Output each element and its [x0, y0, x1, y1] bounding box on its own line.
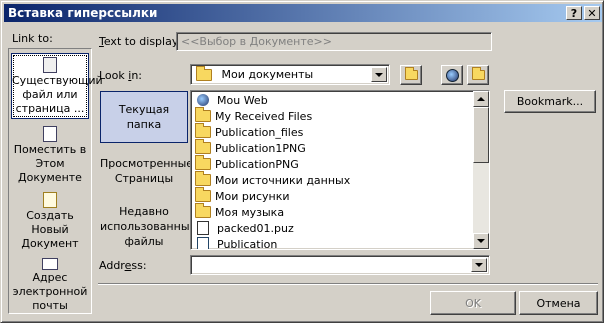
file-name: Publication1PNG [215, 141, 306, 155]
browse-web-button[interactable] [441, 65, 463, 85]
file-name: Мои рисунки [215, 189, 290, 203]
publisher-file-icon [197, 237, 209, 249]
up-folder-icon [404, 67, 418, 80]
browse-file-button[interactable] [467, 65, 489, 85]
open-folder-icon [471, 67, 485, 80]
scroll-down-button[interactable] [473, 233, 489, 249]
email-address-icon [42, 258, 58, 270]
list-item[interactable]: My Received Files [191, 107, 489, 124]
arrow-up-icon [477, 97, 485, 101]
address-label: Address: [99, 259, 147, 272]
file-name: Publication [217, 237, 278, 250]
chevron-down-icon[interactable] [471, 258, 487, 272]
list-item[interactable]: Publication1PNG [191, 139, 489, 156]
scroll-up-button[interactable] [473, 91, 489, 107]
folder-icon [195, 107, 211, 122]
web-folder-icon [197, 94, 209, 106]
look-in-dropdown[interactable]: Мои документы [190, 64, 390, 85]
list-item[interactable]: Моя музыка [191, 203, 489, 220]
file-name: Мои источники данных [215, 173, 351, 187]
list-item[interactable]: Мои рисунки [191, 187, 489, 204]
nav-recent-files[interactable]: Недавно использованные файлы [100, 204, 196, 250]
file-name: Mou Web [217, 93, 268, 107]
file-name: PublicationPNG [215, 157, 299, 171]
look-in-label: Look in: [99, 69, 143, 82]
arrow-down-icon [477, 239, 485, 243]
look-in-value: Мои документы [221, 68, 314, 81]
link-email-address-label: Адрес электронной почты [12, 271, 88, 312]
close-button[interactable]: ✕ [584, 6, 600, 20]
insert-hyperlink-dialog: Вставка гиперссылки ? ✕ Link to: Существ… [0, 0, 604, 323]
new-document-icon [43, 192, 57, 208]
window-title: Вставка гиперссылки [8, 6, 158, 20]
help-button[interactable]: ? [566, 6, 582, 20]
link-new-document-label: Создать Новый Документ [21, 209, 79, 250]
place-in-document-icon [43, 126, 57, 142]
bookmark-button[interactable]: Bookmark... [504, 90, 596, 113]
folder-icon [195, 139, 211, 154]
link-to-bar: Существующий файл или страница ... Помес… [8, 48, 103, 314]
list-item[interactable]: Publication_files [191, 123, 489, 140]
data-sources-folder-icon [195, 171, 211, 186]
list-item[interactable]: Publication [191, 236, 489, 250]
nav-current-folder[interactable]: Текущая папка [100, 91, 188, 143]
cancel-button[interactable]: Отмена [519, 291, 598, 315]
title-bar[interactable]: Вставка гиперссылки ? ✕ [4, 4, 602, 22]
file-name: Publication_files [215, 125, 304, 139]
chevron-down-icon[interactable] [371, 67, 387, 82]
pictures-folder-icon [195, 187, 211, 202]
file-name: packed01.puz [217, 221, 294, 235]
link-place-in-document-label: Поместить в Этом Документе [13, 143, 87, 184]
nav-browsed-pages[interactable]: Просмотренные Страницы [100, 156, 193, 188]
link-to-label: Link to: [12, 32, 53, 45]
file-list[interactable]: Mou Web My Received Files Publication_fi… [190, 90, 490, 250]
list-item[interactable]: packed01.puz [191, 220, 489, 236]
scroll-thumb[interactable] [473, 107, 489, 163]
folder-icon [196, 66, 212, 81]
up-one-folder-button[interactable] [400, 65, 422, 85]
ok-button[interactable]: OK [430, 291, 516, 315]
file-name: My Received Files [215, 109, 313, 123]
text-to-display-input[interactable]: <<Выбор в Документе>> [176, 32, 492, 51]
browse-web-icon [445, 68, 459, 82]
link-existing-file-label: Существующий файл или страница ... [12, 74, 103, 115]
music-folder-icon [195, 203, 211, 218]
text-to-display-label: Text to display: [99, 35, 182, 48]
file-name: Моя музыка [215, 205, 285, 219]
link-new-document[interactable]: Создать Новый Документ [11, 189, 89, 253]
puz-file-icon [197, 221, 209, 235]
list-item[interactable]: PublicationPNG [191, 155, 489, 172]
link-existing-file[interactable]: Существующий файл или страница ... [11, 53, 103, 119]
list-item[interactable]: Мои источники данных [191, 171, 489, 188]
existing-file-icon [43, 57, 57, 73]
list-item[interactable]: Mou Web [191, 92, 489, 108]
link-email-address[interactable]: Адрес электронной почты [11, 255, 89, 313]
link-place-in-document[interactable]: Поместить в Этом Документе [11, 123, 89, 187]
file-list-scrollbar[interactable] [473, 91, 489, 249]
divider [98, 283, 598, 285]
folder-icon [195, 155, 211, 170]
folder-icon [195, 123, 211, 138]
address-input[interactable] [190, 255, 490, 275]
